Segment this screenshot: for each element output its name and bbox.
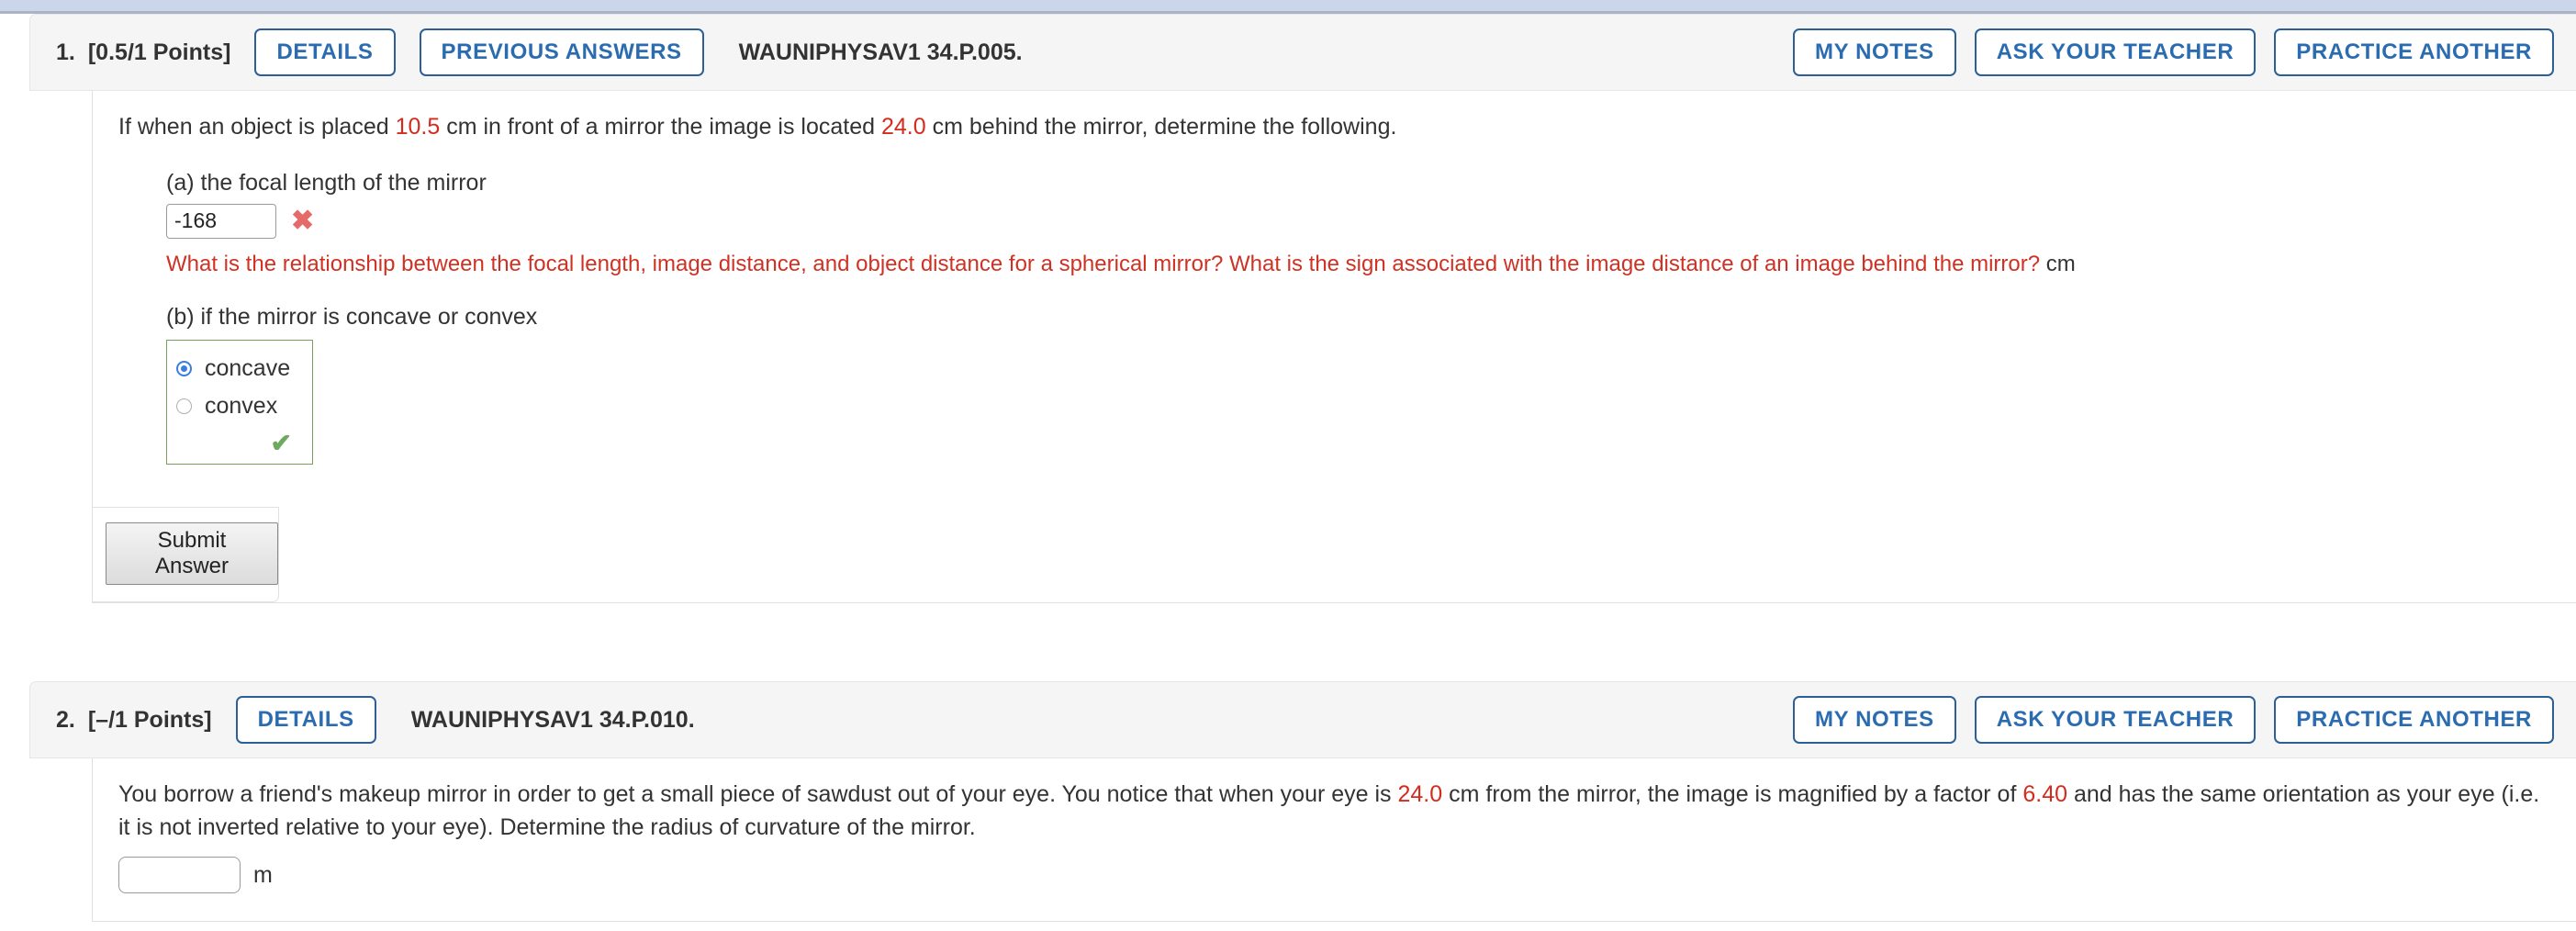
question-1-number: 1. [56, 39, 75, 65]
part-b-choice-box: concave convex ✔ [166, 339, 313, 465]
prompt-text-2b: cm from the mirror, the image is magnifi… [1442, 781, 2023, 807]
prompt-value-magnification: 6.40 [2022, 781, 2068, 807]
question-1-part-a: (a) the focal length of the mirror ✖ Wha… [118, 170, 2576, 278]
radius-of-curvature-input[interactable] [118, 857, 241, 893]
question-block-1: 1. [0.5/1 Points] DETAILS PREVIOUS ANSWE… [0, 14, 2576, 603]
details-button-1[interactable]: DETAILS [254, 28, 396, 76]
question-2-unit: m [253, 861, 273, 888]
ask-your-teacher-button-2[interactable]: ASK YOUR TEACHER [1974, 696, 2257, 744]
question-1-code: WAUNIPHYSAV1 34.P.005. [738, 39, 1023, 65]
prompt-text-1a: If when an object is placed [118, 114, 396, 140]
question-2-body: You borrow a friend's makeup mirror in o… [92, 758, 2576, 922]
radio-option-convex[interactable]: convex [176, 393, 301, 420]
prompt-value-eye-distance: 24.0 [1397, 781, 1443, 807]
part-a-unit: cm [2045, 251, 2076, 276]
prompt-value-object-distance: 10.5 [395, 114, 441, 140]
prompt-text-1b: cm in front of a mirror the image is loc… [440, 114, 881, 140]
question-block-2: 2. [–/1 Points] DETAILS WAUNIPHYSAV1 34.… [0, 681, 2576, 922]
part-a-feedback: What is the relationship between the foc… [166, 250, 2576, 278]
my-notes-button-2[interactable]: MY NOTES [1793, 696, 1956, 744]
prompt-value-image-distance: 24.0 [881, 114, 926, 140]
radio-concave-label: concave [205, 354, 291, 381]
question-1-points: [0.5/1 Points] [87, 39, 231, 65]
submit-answer-button-1[interactable]: Submit Answer [106, 522, 278, 585]
question-2-points: [–/1 Points] [87, 706, 212, 733]
part-a-feedback-text: What is the relationship between the foc… [166, 251, 2041, 276]
question-2-prompt: You borrow a friend's makeup mirror in o… [118, 779, 2542, 844]
radio-option-concave[interactable]: concave [176, 355, 301, 382]
part-a-label: (a) the focal length of the mirror [166, 169, 487, 196]
question-2-header-actions: MY NOTES ASK YOUR TEACHER PRACTICE ANOTH… [1775, 696, 2554, 744]
question-1-header: 1. [0.5/1 Points] DETAILS PREVIOUS ANSWE… [29, 14, 2576, 91]
part-a-answer-row: ✖ [166, 203, 2576, 239]
practice-another-button-1[interactable]: PRACTICE ANOTHER [2274, 28, 2554, 76]
prompt-text-2a: You borrow a friend's makeup mirror in o… [118, 781, 1398, 807]
question-2-header: 2. [–/1 Points] DETAILS WAUNIPHYSAV1 34.… [29, 681, 2576, 758]
my-notes-button-1[interactable]: MY NOTES [1793, 28, 1956, 76]
question-1-body: If when an object is placed 10.5 cm in f… [92, 91, 2576, 603]
radio-convex-label: convex [205, 392, 278, 419]
question-1-prompt: If when an object is placed 10.5 cm in f… [118, 111, 2576, 144]
question-2-number: 2. [56, 706, 75, 733]
question-2-code: WAUNIPHYSAV1 34.P.010. [410, 706, 695, 733]
previous-answers-button-1[interactable]: PREVIOUS ANSWERS [419, 28, 704, 76]
radio-concave-icon[interactable] [176, 360, 192, 376]
details-button-2[interactable]: DETAILS [235, 696, 376, 744]
focal-length-input[interactable] [166, 203, 276, 239]
question-1-header-actions: MY NOTES ASK YOUR TEACHER PRACTICE ANOTH… [1775, 28, 2554, 76]
practice-another-button-2[interactable]: PRACTICE ANOTHER [2274, 696, 2554, 744]
top-decorative-band [0, 0, 2576, 11]
submit-answer-container-1: Submit Answer [93, 506, 279, 602]
ask-your-teacher-button-1[interactable]: ASK YOUR TEACHER [1974, 28, 2257, 76]
radio-convex-icon[interactable] [176, 398, 192, 414]
correct-check-icon: ✔ [270, 428, 292, 457]
part-b-label: (b) if the mirror is concave or convex [166, 303, 538, 330]
incorrect-x-icon: ✖ [291, 205, 315, 236]
prompt-text-1c: cm behind the mirror, determine the foll… [925, 114, 1397, 140]
question-2-answer-row: m [118, 857, 2576, 893]
question-1-part-b: (b) if the mirror is concave or convex c… [118, 304, 2576, 465]
